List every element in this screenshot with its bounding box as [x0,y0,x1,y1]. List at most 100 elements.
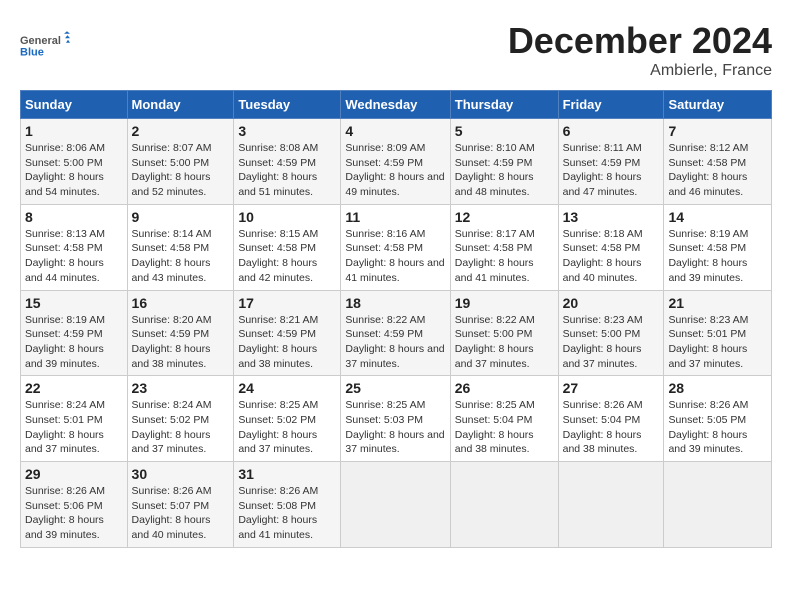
calendar-cell: 12 Sunrise: 8:17 AM Sunset: 4:58 PM Dayl… [450,204,558,290]
calendar-cell: 30 Sunrise: 8:26 AM Sunset: 5:07 PM Dayl… [127,462,234,548]
calendar-cell: 28 Sunrise: 8:26 AM Sunset: 5:05 PM Dayl… [664,376,772,462]
calendar-cell: 11 Sunrise: 8:16 AM Sunset: 4:58 PM Dayl… [341,204,450,290]
day-number: 30 [132,466,230,482]
calendar-cell: 7 Sunrise: 8:12 AM Sunset: 4:58 PM Dayli… [664,119,772,205]
day-number: 19 [455,295,554,311]
day-info: Sunrise: 8:26 AM Sunset: 5:05 PM Dayligh… [668,398,767,457]
sunrise-text: Sunrise: 8:12 AM [668,142,748,154]
sunrise-text: Sunrise: 8:26 AM [25,485,105,497]
daylight-text: Daylight: 8 hours and 54 minutes. [25,171,104,198]
day-info: Sunrise: 8:17 AM Sunset: 4:58 PM Dayligh… [455,227,554,286]
daylight-text: Daylight: 8 hours and 39 minutes. [668,257,747,284]
sunset-text: Sunset: 5:02 PM [238,414,316,426]
day-info: Sunrise: 8:12 AM Sunset: 4:58 PM Dayligh… [668,141,767,200]
day-number: 29 [25,466,123,482]
daylight-text: Daylight: 8 hours and 47 minutes. [563,171,642,198]
sunset-text: Sunset: 5:08 PM [238,500,316,512]
header: General Blue December 2024 Ambierle, Fra… [20,20,772,80]
col-wednesday: Wednesday [341,91,450,119]
daylight-text: Daylight: 8 hours and 40 minutes. [132,514,211,541]
sunset-text: Sunset: 5:04 PM [455,414,533,426]
day-number: 4 [345,123,445,139]
day-number: 8 [25,209,123,225]
daylight-text: Daylight: 8 hours and 37 minutes. [238,429,317,456]
calendar-week-row: 15 Sunrise: 8:19 AM Sunset: 4:59 PM Dayl… [21,290,772,376]
calendar-cell [341,462,450,548]
day-number: 23 [132,380,230,396]
logo-svg: General Blue [20,20,70,70]
calendar-cell: 27 Sunrise: 8:26 AM Sunset: 5:04 PM Dayl… [558,376,664,462]
sunrise-text: Sunrise: 8:25 AM [345,399,425,411]
calendar-body: 1 Sunrise: 8:06 AM Sunset: 5:00 PM Dayli… [21,119,772,548]
day-number: 21 [668,295,767,311]
day-info: Sunrise: 8:18 AM Sunset: 4:58 PM Dayligh… [563,227,660,286]
sunrise-text: Sunrise: 8:22 AM [455,314,535,326]
calendar-week-row: 1 Sunrise: 8:06 AM Sunset: 5:00 PM Dayli… [21,119,772,205]
calendar-cell: 4 Sunrise: 8:09 AM Sunset: 4:59 PM Dayli… [341,119,450,205]
calendar-cell: 15 Sunrise: 8:19 AM Sunset: 4:59 PM Dayl… [21,290,128,376]
sunset-text: Sunset: 5:05 PM [668,414,746,426]
sunrise-text: Sunrise: 8:22 AM [345,314,425,326]
day-number: 15 [25,295,123,311]
col-sunday: Sunday [21,91,128,119]
sunrise-text: Sunrise: 8:08 AM [238,142,318,154]
calendar-cell: 13 Sunrise: 8:18 AM Sunset: 4:58 PM Dayl… [558,204,664,290]
sunset-text: Sunset: 4:58 PM [668,157,746,169]
calendar-cell: 16 Sunrise: 8:20 AM Sunset: 4:59 PM Dayl… [127,290,234,376]
day-number: 20 [563,295,660,311]
calendar: Sunday Monday Tuesday Wednesday Thursday… [20,90,772,548]
day-info: Sunrise: 8:16 AM Sunset: 4:58 PM Dayligh… [345,227,445,286]
sunrise-text: Sunrise: 8:09 AM [345,142,425,154]
sunset-text: Sunset: 5:00 PM [455,328,533,340]
calendar-cell: 31 Sunrise: 8:26 AM Sunset: 5:08 PM Dayl… [234,462,341,548]
day-info: Sunrise: 8:26 AM Sunset: 5:04 PM Dayligh… [563,398,660,457]
location: Ambierle, France [508,62,772,80]
daylight-text: Daylight: 8 hours and 41 minutes. [238,514,317,541]
day-info: Sunrise: 8:20 AM Sunset: 4:59 PM Dayligh… [132,313,230,372]
calendar-cell: 23 Sunrise: 8:24 AM Sunset: 5:02 PM Dayl… [127,376,234,462]
sunset-text: Sunset: 4:58 PM [25,242,103,254]
day-info: Sunrise: 8:21 AM Sunset: 4:59 PM Dayligh… [238,313,336,372]
month-title: December 2024 [508,20,772,62]
sunset-text: Sunset: 4:59 PM [563,157,641,169]
sunset-text: Sunset: 4:58 PM [345,242,423,254]
calendar-cell: 10 Sunrise: 8:15 AM Sunset: 4:58 PM Dayl… [234,204,341,290]
day-info: Sunrise: 8:09 AM Sunset: 4:59 PM Dayligh… [345,141,445,200]
day-info: Sunrise: 8:19 AM Sunset: 4:58 PM Dayligh… [668,227,767,286]
sunrise-text: Sunrise: 8:18 AM [563,228,643,240]
sunset-text: Sunset: 4:58 PM [563,242,641,254]
daylight-text: Daylight: 8 hours and 42 minutes. [238,257,317,284]
sunset-text: Sunset: 4:59 PM [25,328,103,340]
day-number: 18 [345,295,445,311]
day-info: Sunrise: 8:24 AM Sunset: 5:01 PM Dayligh… [25,398,123,457]
daylight-text: Daylight: 8 hours and 44 minutes. [25,257,104,284]
sunrise-text: Sunrise: 8:19 AM [668,228,748,240]
day-info: Sunrise: 8:10 AM Sunset: 4:59 PM Dayligh… [455,141,554,200]
calendar-cell: 25 Sunrise: 8:25 AM Sunset: 5:03 PM Dayl… [341,376,450,462]
daylight-text: Daylight: 8 hours and 38 minutes. [132,343,211,370]
daylight-text: Daylight: 8 hours and 37 minutes. [345,343,444,370]
daylight-text: Daylight: 8 hours and 37 minutes. [132,429,211,456]
day-info: Sunrise: 8:25 AM Sunset: 5:02 PM Dayligh… [238,398,336,457]
calendar-cell: 22 Sunrise: 8:24 AM Sunset: 5:01 PM Dayl… [21,376,128,462]
day-number: 17 [238,295,336,311]
daylight-text: Daylight: 8 hours and 48 minutes. [455,171,534,198]
sunrise-text: Sunrise: 8:26 AM [132,485,212,497]
daylight-text: Daylight: 8 hours and 38 minutes. [563,429,642,456]
col-friday: Friday [558,91,664,119]
day-info: Sunrise: 8:23 AM Sunset: 5:01 PM Dayligh… [668,313,767,372]
day-number: 16 [132,295,230,311]
calendar-cell: 8 Sunrise: 8:13 AM Sunset: 4:58 PM Dayli… [21,204,128,290]
sunrise-text: Sunrise: 8:06 AM [25,142,105,154]
calendar-cell: 5 Sunrise: 8:10 AM Sunset: 4:59 PM Dayli… [450,119,558,205]
calendar-week-row: 29 Sunrise: 8:26 AM Sunset: 5:06 PM Dayl… [21,462,772,548]
calendar-cell: 14 Sunrise: 8:19 AM Sunset: 4:58 PM Dayl… [664,204,772,290]
day-info: Sunrise: 8:22 AM Sunset: 5:00 PM Dayligh… [455,313,554,372]
sunset-text: Sunset: 4:58 PM [455,242,533,254]
day-number: 31 [238,466,336,482]
sunset-text: Sunset: 5:01 PM [25,414,103,426]
daylight-text: Daylight: 8 hours and 40 minutes. [563,257,642,284]
calendar-cell: 6 Sunrise: 8:11 AM Sunset: 4:59 PM Dayli… [558,119,664,205]
daylight-text: Daylight: 8 hours and 37 minutes. [455,343,534,370]
calendar-cell: 20 Sunrise: 8:23 AM Sunset: 5:00 PM Dayl… [558,290,664,376]
